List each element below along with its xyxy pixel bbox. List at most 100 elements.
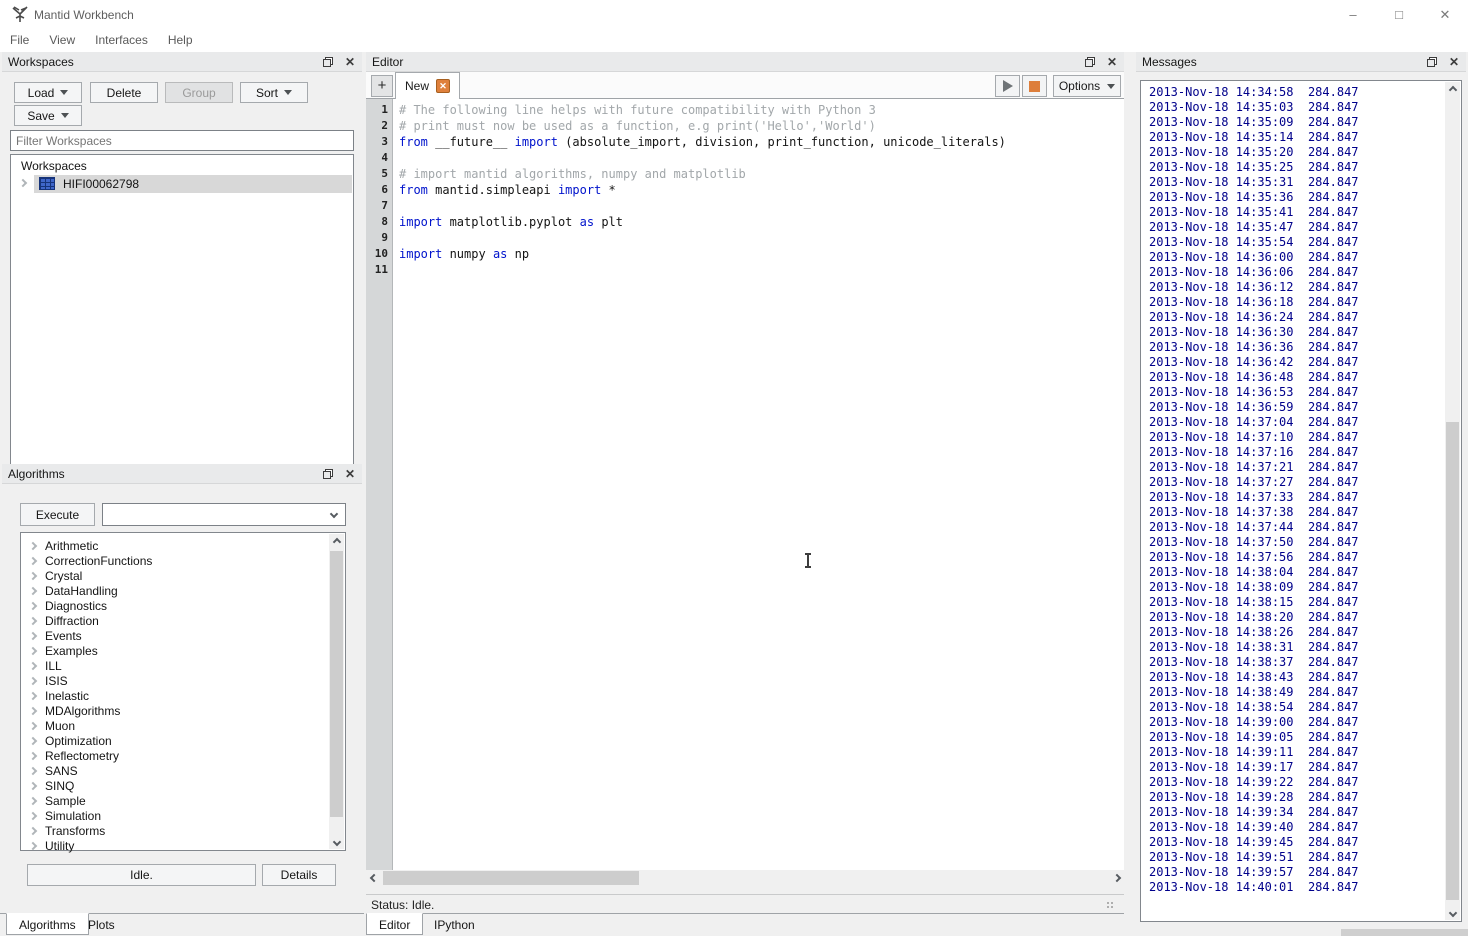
scroll-right-icon[interactable] [1109,870,1124,885]
workspace-name[interactable]: HIFI00062798 [63,177,139,191]
workspace-row[interactable]: HIFI00062798 [11,175,353,193]
expand-chevron-icon[interactable] [29,841,37,849]
algorithm-category-optimization[interactable]: Optimization [22,733,328,748]
resize-grip[interactable] [1106,901,1115,910]
scroll-thumb[interactable] [330,551,343,817]
close-panel-icon[interactable]: ✕ [342,54,358,70]
algorithm-progress-button[interactable]: Idle. [27,864,256,886]
algorithm-category-sample[interactable]: Sample [22,793,328,808]
algorithm-select-combo[interactable] [102,503,346,526]
log-line: 2013-Nov-18 14:39:51 284.847 [1149,850,1443,865]
scroll-left-icon[interactable] [366,870,381,885]
algorithm-category-transforms[interactable]: Transforms [22,823,328,838]
filter-workspaces-input[interactable] [10,130,354,151]
expand-chevron-icon[interactable] [29,661,37,669]
messages-panel-titlebar[interactable]: Messages ✕ [1136,52,1466,72]
close-panel-icon[interactable]: ✕ [1446,54,1462,70]
menu-view[interactable]: View [39,30,85,50]
expand-chevron-icon[interactable] [29,676,37,684]
scroll-up-icon[interactable] [1445,82,1460,97]
minimize-button[interactable]: – [1330,0,1376,30]
editor-panel-titlebar[interactable]: Editor ✕ [366,52,1124,72]
algorithm-category-simulation[interactable]: Simulation [22,808,328,823]
run-script-button[interactable] [995,75,1020,97]
close-panel-icon[interactable]: ✕ [342,466,358,482]
algorithm-category-events[interactable]: Events [22,628,328,643]
editor-hscrollbar[interactable] [366,870,1124,886]
expand-chevron-icon[interactable] [29,811,37,819]
group-button[interactable]: Group [165,82,233,103]
scroll-thumb[interactable] [383,871,639,885]
expand-chevron-icon[interactable] [29,751,37,759]
tab-editor[interactable]: Editor [366,913,423,935]
scroll-thumb[interactable] [1446,422,1459,900]
expand-chevron-icon[interactable] [29,646,37,654]
expand-chevron-icon[interactable] [29,571,37,579]
expand-chevron-icon[interactable] [29,691,37,699]
expand-chevron-icon[interactable] [29,706,37,714]
algorithm-category-sans[interactable]: SANS [22,763,328,778]
float-panel-icon[interactable] [320,466,336,482]
expand-chevron-icon[interactable] [29,781,37,789]
messages-vscrollbar[interactable] [1445,82,1460,920]
tab-ipython[interactable]: IPython [422,914,487,936]
workspace-expand-chevron-icon[interactable] [19,179,27,187]
code-text[interactable]: # The following line helps with future c… [399,102,1124,278]
float-panel-icon[interactable] [1424,54,1440,70]
algorithm-category-correctionfunctions[interactable]: CorrectionFunctions [22,553,328,568]
expand-chevron-icon[interactable] [29,796,37,804]
expand-chevron-icon[interactable] [29,586,37,594]
load-button[interactable]: Load [14,82,82,103]
scroll-down-icon[interactable] [1445,905,1460,920]
expand-chevron-icon[interactable] [29,766,37,774]
message-log[interactable]: 2013-Nov-18 14:34:58 284.8472013-Nov-18 … [1140,80,1462,922]
maximize-button[interactable]: □ [1376,0,1422,30]
tab-plots[interactable]: Plots [76,914,127,936]
tab-new-script[interactable]: New ✕ [395,72,460,99]
close-panel-icon[interactable]: ✕ [1104,54,1120,70]
menu-file[interactable]: File [0,30,39,50]
code-editor[interactable]: 1234567891011 # The following line helps… [366,99,1124,870]
execute-button[interactable]: Execute [20,503,95,526]
expand-chevron-icon[interactable] [29,721,37,729]
delete-button[interactable]: Delete [90,82,158,103]
new-tab-button[interactable]: + [371,75,393,97]
options-button[interactable]: Options [1053,75,1121,97]
save-button[interactable]: Save [14,105,82,126]
details-button[interactable]: Details [262,864,336,886]
algorithm-category-utility[interactable]: Utility [22,838,328,853]
algorithm-category-datahandling[interactable]: DataHandling [22,583,328,598]
algorithm-category-inelastic[interactable]: Inelastic [22,688,328,703]
float-panel-icon[interactable] [1082,54,1098,70]
algorithm-category-diagnostics[interactable]: Diagnostics [22,598,328,613]
algorithm-category-sinq[interactable]: SINQ [22,778,328,793]
algorithm-category-reflectometry[interactable]: Reflectometry [22,748,328,763]
expand-chevron-icon[interactable] [29,736,37,744]
algorithm-category-diffraction[interactable]: Diffraction [22,613,328,628]
expand-chevron-icon[interactable] [29,541,37,549]
expand-chevron-icon[interactable] [29,826,37,834]
algorithm-category-mdalgorithms[interactable]: MDAlgorithms [22,703,328,718]
sort-button[interactable]: Sort [240,82,308,103]
close-button[interactable]: ✕ [1422,0,1468,30]
algorithm-category-ill[interactable]: ILL [22,658,328,673]
menu-interfaces[interactable]: Interfaces [85,30,158,50]
workspaces-panel-titlebar[interactable]: Workspaces ✕ [2,52,362,72]
algorithms-panel-titlebar[interactable]: Algorithms ✕ [2,464,362,484]
algorithm-category-muon[interactable]: Muon [22,718,328,733]
close-tab-icon[interactable]: ✕ [436,79,450,93]
scroll-down-icon[interactable] [329,834,344,849]
algorithm-category-arithmetic[interactable]: Arithmetic [22,538,328,553]
scroll-up-icon[interactable] [329,534,344,549]
algorithm-category-crystal[interactable]: Crystal [22,568,328,583]
expand-chevron-icon[interactable] [29,601,37,609]
expand-chevron-icon[interactable] [29,556,37,564]
float-panel-icon[interactable] [320,54,336,70]
expand-chevron-icon[interactable] [29,631,37,639]
expand-chevron-icon[interactable] [29,616,37,624]
menu-help[interactable]: Help [158,30,203,50]
algorithm-category-isis[interactable]: ISIS [22,673,328,688]
algorithms-vscrollbar[interactable] [329,534,344,849]
algorithm-category-examples[interactable]: Examples [22,643,328,658]
abort-script-button[interactable] [1022,75,1047,97]
